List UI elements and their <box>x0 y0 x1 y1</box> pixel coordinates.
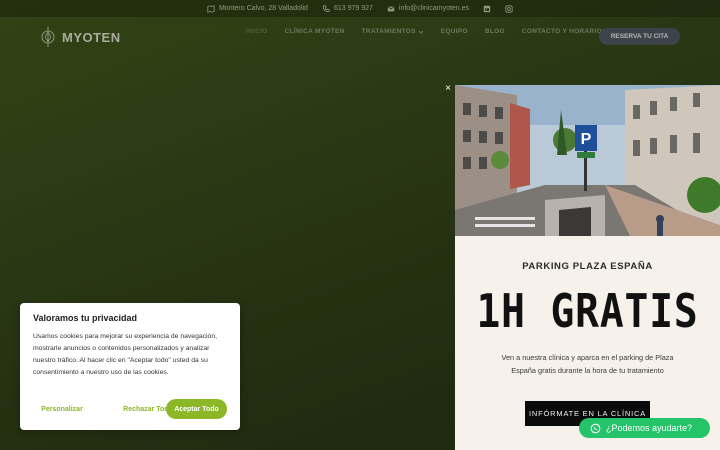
cookie-title: Valoramos tu privacidad <box>33 313 138 323</box>
cookie-text: Usamos cookies para mejorar su experienc… <box>33 333 217 376</box>
whatsapp-label: ¿Podemos ayudarte? <box>606 423 693 433</box>
close-icon[interactable]: × <box>441 81 455 95</box>
promo-popup: P PARKING PLAZA ESPAÑA 1H GRATIS Ven a n… <box>455 85 720 450</box>
whatsapp-chat-button[interactable]: ¿Podemos ayudarte? <box>579 418 710 438</box>
cookie-banner: Valoramos tu privacidad Usamos cookies p… <box>20 303 240 430</box>
parking-photo: P <box>455 85 720 236</box>
popup-body-text: Ven a nuestra clínica y aparca en el par… <box>501 353 674 375</box>
whatsapp-icon <box>590 423 601 433</box>
parking-sign-letter: P <box>581 131 592 148</box>
popup-headline: 1H GRATIS <box>476 284 699 338</box>
accept-all-button[interactable]: Aceptar Todo <box>166 399 227 419</box>
cookie-actions: Personalizar Rechazar Todo Aceptar Todo <box>20 399 240 421</box>
customize-cookies-button[interactable]: Personalizar <box>36 399 88 419</box>
popup-subtitle: PARKING PLAZA ESPAÑA <box>522 261 653 272</box>
